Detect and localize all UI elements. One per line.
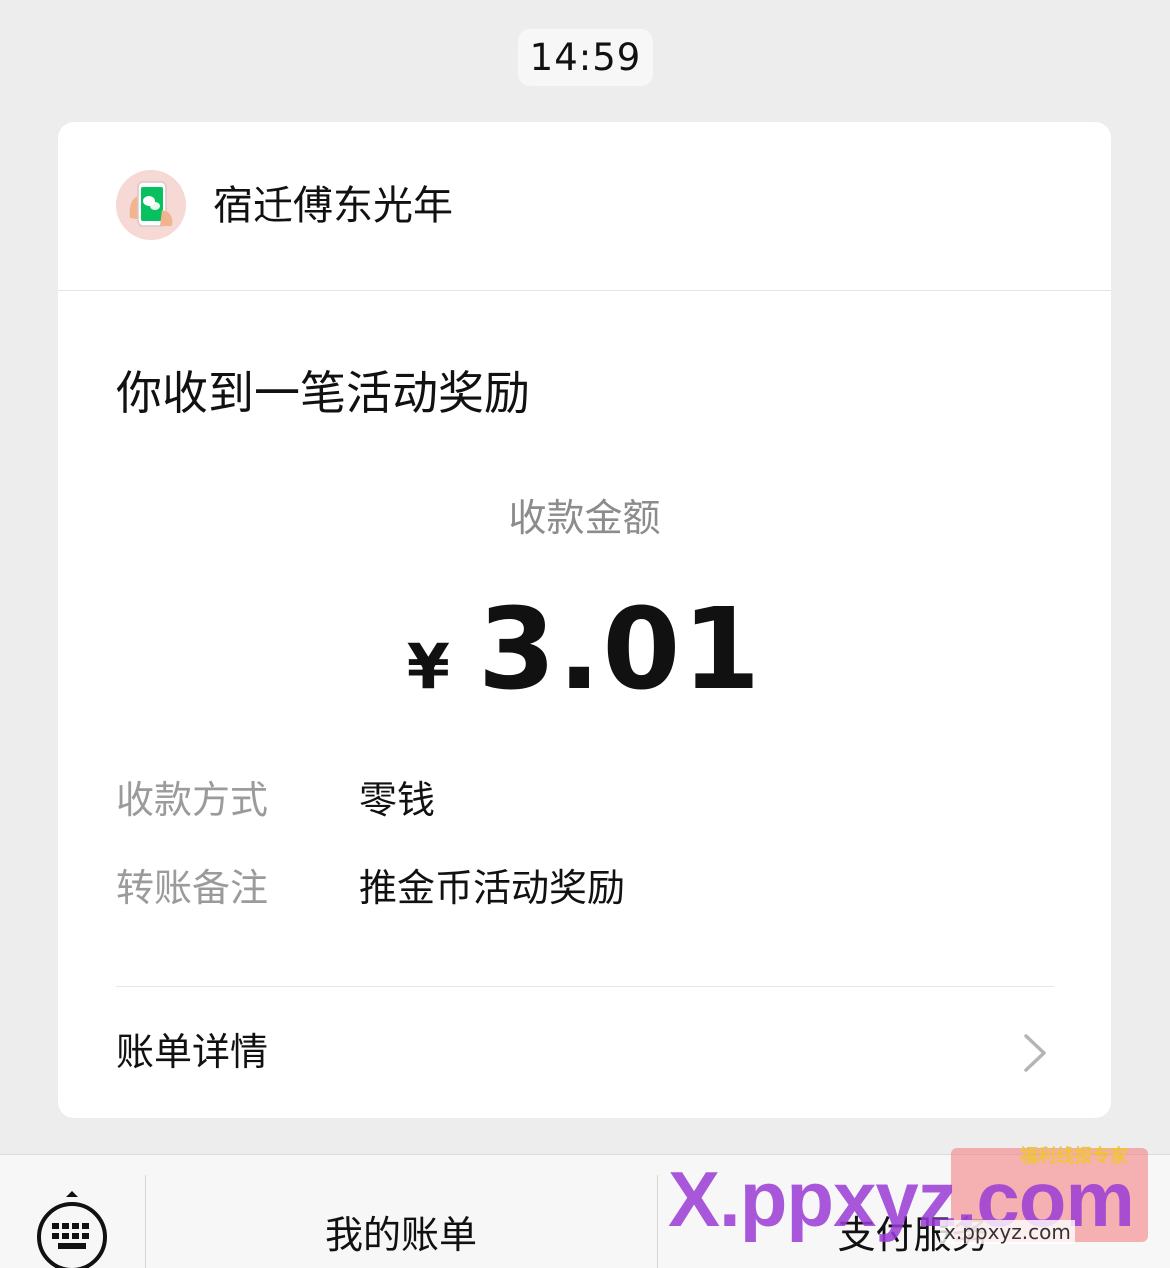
amount-label: 收款金额 xyxy=(508,496,661,540)
message-timestamp: 14:59 xyxy=(518,29,653,86)
amount-display: ¥ 3.01 xyxy=(58,590,1111,710)
transfer-note-row: 转账备注 推金币活动奖励 xyxy=(116,860,1016,920)
payment-notification-card[interactable]: 宿迁傅东光年 你收到一笔活动奖励 收款金额 ¥ 3.01 收款方式 零钱 转账备… xyxy=(58,122,1111,1118)
merchant-name: 宿迁傅东光年 xyxy=(213,183,453,229)
payment-method-value: 零钱 xyxy=(359,778,436,822)
bill-detail-label: 账单详情 xyxy=(116,1030,269,1074)
bill-detail-link[interactable]: 账单详情 xyxy=(116,1024,1054,1082)
keyboard-icon[interactable] xyxy=(30,1189,114,1268)
chevron-right-icon xyxy=(1024,1034,1046,1072)
amount-value: 3.01 xyxy=(477,585,763,715)
wechat-pay-phone-icon xyxy=(116,170,186,240)
payment-method-label: 收款方式 xyxy=(116,778,269,822)
bottom-menu-bar: 我的账单 支付服务 xyxy=(0,1154,1170,1268)
transfer-note-label: 转账备注 xyxy=(116,866,269,910)
divider xyxy=(116,986,1054,987)
transfer-note-value: 推金币活动奖励 xyxy=(359,866,626,910)
notification-title: 你收到一笔活动奖励 xyxy=(116,366,530,420)
currency-symbol: ¥ xyxy=(406,630,450,703)
menu-item-payment-services[interactable]: 支付服务 xyxy=(657,1207,1170,1263)
menu-item-my-bills[interactable]: 我的账单 xyxy=(145,1207,657,1263)
card-header: 宿迁傅东光年 xyxy=(58,122,1111,291)
payment-method-row: 收款方式 零钱 xyxy=(116,772,1016,832)
merchant-avatar xyxy=(116,170,186,240)
